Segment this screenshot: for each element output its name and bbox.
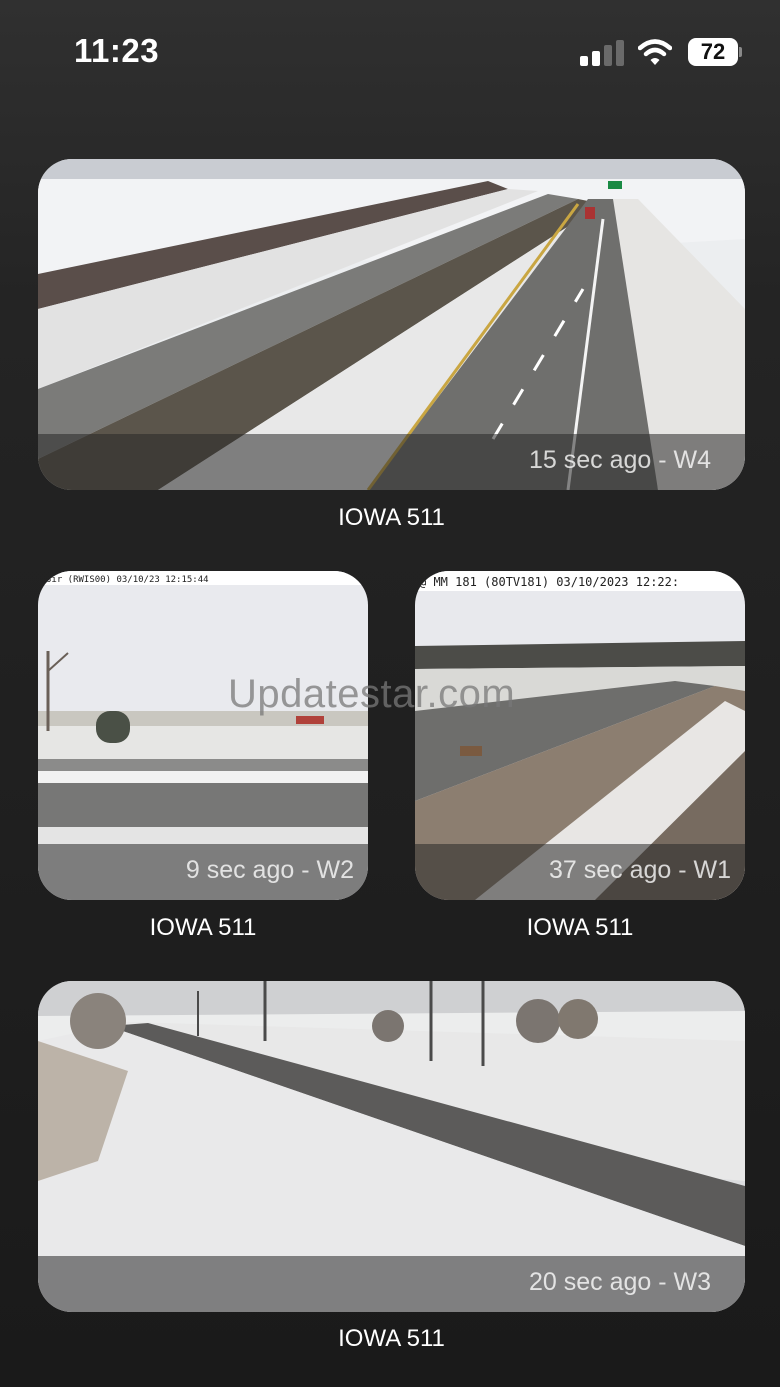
camera-card-w3[interactable]: 20 sec ago - W3 xyxy=(38,981,745,1312)
camera-label-w4: IOWA 511 xyxy=(338,504,445,531)
camera-updated-text: 37 sec ago - W1 xyxy=(548,856,731,884)
camera-overlay: 37 sec ago - W1 xyxy=(415,844,745,900)
camera-card-w2[interactable]: 3ir (RWIS00) 03/10/23 12:15:44 9 sec ago… xyxy=(38,571,368,900)
camera-timestamp: @ MM 181 (80TV181) 03/10/2023 12:22: xyxy=(419,575,679,589)
battery-icon: 72 xyxy=(688,38,742,66)
camera-label-w3: IOWA 511 xyxy=(338,1325,445,1352)
camera-label-w2: IOWA 511 xyxy=(149,914,257,941)
status-time: 11:23 xyxy=(74,32,160,69)
camera-timestamp: 3ir (RWIS00) 03/10/23 12:15:44 xyxy=(46,575,209,585)
camera-updated-text: 15 sec ago - W4 xyxy=(528,446,711,474)
camera-overlay: 20 sec ago - W3 xyxy=(38,1256,745,1312)
camera-overlay: 15 sec ago - W4 xyxy=(38,434,745,490)
status-bar: 11:23 72 xyxy=(0,0,780,100)
watermark: Updatestar.com xyxy=(228,672,516,716)
camera-overlay: 9 sec ago - W2 xyxy=(38,844,368,900)
camera-label-w1: IOWA 511 xyxy=(526,914,634,941)
camera-updated-text: 20 sec ago - W3 xyxy=(528,1268,711,1296)
battery-level: 72 xyxy=(688,38,738,66)
wifi-icon xyxy=(638,39,672,65)
camera-updated-text: 9 sec ago - W2 xyxy=(185,856,354,884)
camera-card-w1[interactable]: @ MM 181 (80TV181) 03/10/2023 12:22: 37 … xyxy=(415,571,745,900)
cellular-signal-icon xyxy=(580,40,624,66)
camera-card-w4[interactable]: 15 sec ago - W4 xyxy=(38,159,745,490)
